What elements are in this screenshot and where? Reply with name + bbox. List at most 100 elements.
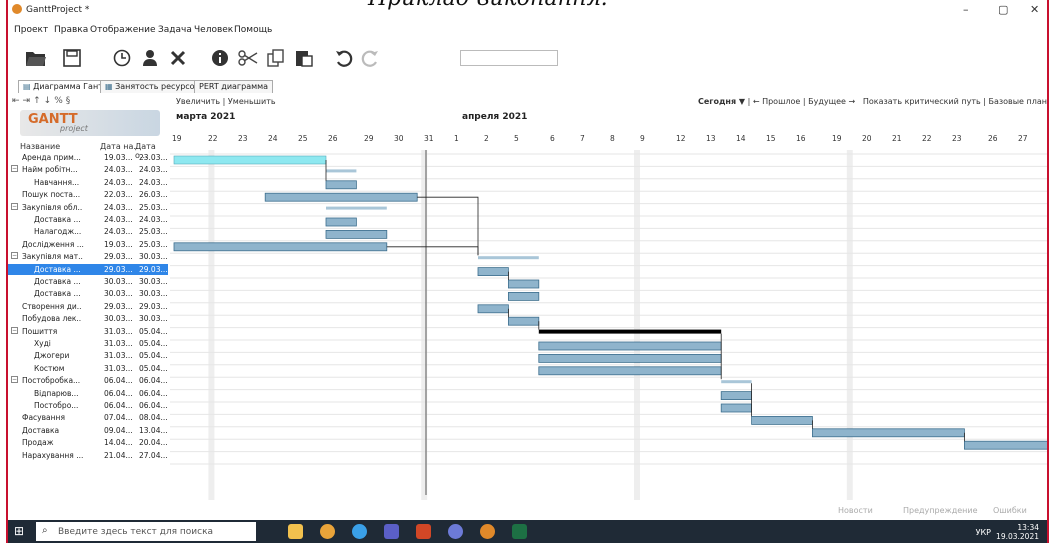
menu-edit[interactable]: Правка bbox=[54, 25, 88, 35]
collapse-icon[interactable]: − bbox=[11, 202, 18, 210]
taskbar-search[interactable]: ⌕ Введите здесь текст для поиска bbox=[36, 522, 256, 541]
unlink-icon[interactable]: § bbox=[66, 96, 74, 106]
move-down-icon[interactable]: ↓ bbox=[44, 96, 55, 106]
menu-view[interactable]: Отображение bbox=[90, 25, 156, 35]
toolbar-search-input[interactable] bbox=[460, 50, 558, 66]
task-row[interactable]: − Закупівля обл.. 24.03... 25.03... bbox=[8, 202, 168, 213]
task-row[interactable]: Доставка ... 24.03... 24.03... bbox=[8, 214, 168, 225]
info-icon[interactable] bbox=[206, 44, 234, 72]
task-row[interactable]: Створення ди.. 29.03... 29.03... bbox=[8, 301, 168, 312]
outdent-icon[interactable]: ⇥ bbox=[23, 96, 34, 106]
task-row[interactable]: − Постобробка... 06.04... 06.04... bbox=[8, 375, 168, 386]
task-row[interactable]: Аренда прим... 19.03... 23.03... bbox=[8, 152, 168, 163]
link-icon[interactable]: % bbox=[54, 96, 66, 106]
tab-gantt[interactable]: ▤ Диаграмма Ганта bbox=[18, 80, 113, 93]
collapse-icon[interactable]: − bbox=[11, 165, 18, 173]
task-row[interactable]: Навчання... 24.03... 24.03... bbox=[8, 177, 168, 188]
indent-icon[interactable]: ⇤ bbox=[12, 96, 23, 106]
task-name: Продаж bbox=[22, 438, 54, 448]
edge-icon[interactable] bbox=[352, 524, 367, 539]
powerpoint-icon[interactable] bbox=[416, 524, 431, 539]
language-indicator[interactable]: УКР bbox=[976, 528, 991, 537]
delete-icon[interactable] bbox=[164, 44, 192, 72]
windows-start-icon[interactable]: ⊞ bbox=[14, 525, 27, 538]
file-explorer-icon[interactable] bbox=[288, 524, 303, 539]
task-row[interactable]: Фасування 07.04... 08.04... bbox=[8, 412, 168, 423]
task-name: Худі bbox=[34, 339, 51, 348]
clock-icon[interactable] bbox=[108, 44, 136, 72]
teams-icon[interactable] bbox=[384, 524, 399, 539]
collapse-icon[interactable]: − bbox=[11, 252, 18, 260]
task-row[interactable]: − Пошиття 31.03... 05.04... bbox=[8, 326, 168, 337]
today-button[interactable]: Сегодня ▼ bbox=[698, 97, 745, 106]
task-row[interactable]: Продаж 14.04... 20.04... bbox=[8, 437, 168, 448]
collapse-icon[interactable]: − bbox=[11, 376, 18, 384]
task-bar bbox=[538, 353, 722, 363]
day-label: 26 bbox=[328, 134, 338, 143]
tab-resources[interactable]: ▦ Занятость ресурсов bbox=[100, 80, 205, 93]
task-row[interactable]: Худі 31.03... 05.04... bbox=[8, 338, 168, 349]
clock[interactable]: 13:34 19.03.2021 bbox=[996, 523, 1039, 541]
task-row[interactable]: Побудова лек.. 30.03... 30.03... bbox=[8, 313, 168, 324]
task-row[interactable]: Відпарюв... 06.04... 06.04... bbox=[8, 388, 168, 399]
task-row[interactable]: Нарахування ... 21.04... 27.04... bbox=[8, 450, 168, 461]
task-row[interactable]: − Закупівля мат.. 29.03... 30.03... bbox=[8, 251, 168, 262]
menu-resource[interactable]: Человек bbox=[194, 25, 233, 35]
task-row[interactable]: Постобро... 06.04... 06.04... bbox=[8, 400, 168, 411]
redo-icon[interactable] bbox=[356, 44, 384, 72]
close-button[interactable]: ✕ bbox=[1030, 3, 1039, 16]
status-warnings[interactable]: Предупреждение bbox=[903, 506, 978, 515]
task-start: 21.04... bbox=[104, 450, 133, 460]
critical-summary-bar bbox=[538, 329, 722, 334]
task-row[interactable]: Джогери 31.03... 05.04... bbox=[8, 350, 168, 361]
app-icon-circle[interactable] bbox=[448, 524, 463, 539]
move-up-icon[interactable]: ↑ bbox=[33, 96, 44, 106]
critical-path-link[interactable]: Показать критический путь | Базовые план… bbox=[863, 97, 1047, 106]
task-name: Доставка ... bbox=[34, 277, 81, 286]
task-start: 31.03... bbox=[104, 326, 133, 336]
task-end: 30.03... bbox=[139, 252, 168, 262]
day-label: 27 bbox=[1018, 134, 1028, 143]
task-start: 19.03... bbox=[104, 153, 133, 162]
zoom-links[interactable]: Увеличить | Уменьшить bbox=[176, 97, 276, 106]
minimize-button[interactable]: – bbox=[963, 3, 969, 16]
task-row[interactable]: Доставка ... 30.03... 30.03... bbox=[8, 288, 168, 299]
task-row[interactable]: Доставка ... 30.03... 30.03... bbox=[8, 276, 168, 287]
chrome-icon[interactable] bbox=[320, 524, 335, 539]
task-end: 25.03... bbox=[139, 239, 168, 249]
status-errors[interactable]: Ошибки bbox=[993, 506, 1027, 515]
menu-project[interactable]: Проект bbox=[14, 25, 48, 35]
undo-icon[interactable] bbox=[330, 44, 358, 72]
excel-icon[interactable] bbox=[512, 524, 527, 539]
status-news[interactable]: Новости bbox=[838, 506, 873, 515]
task-row[interactable]: Дослідження ... 19.03... 25.03... bbox=[8, 239, 168, 250]
task-row[interactable]: Доставка ... 29.03... 29.03... bbox=[8, 263, 168, 275]
task-row[interactable]: − Найм робітн... 24.03... 24.03... bbox=[8, 164, 168, 175]
task-bar bbox=[325, 180, 357, 190]
task-name: Джогери bbox=[34, 351, 70, 361]
menu-task[interactable]: Задача bbox=[158, 25, 192, 35]
day-label: 15 bbox=[766, 134, 776, 143]
scissors-icon[interactable] bbox=[234, 44, 262, 72]
menu-help[interactable]: Помощь bbox=[234, 25, 272, 35]
task-row[interactable]: Костюм 31.03... 05.04... bbox=[8, 363, 168, 374]
past-future-links[interactable]: | ← Прошлое | Будущее → bbox=[748, 97, 856, 106]
day-label: 20 bbox=[862, 134, 872, 143]
gantt-chart-area[interactable] bbox=[170, 150, 1047, 504]
save-icon[interactable] bbox=[58, 44, 86, 72]
person-icon[interactable] bbox=[136, 44, 164, 72]
ganttproject-taskbar-icon[interactable] bbox=[480, 524, 495, 539]
column-name-header[interactable]: Название bbox=[20, 142, 60, 151]
tab-pert[interactable]: PERT диаграмма bbox=[194, 80, 274, 93]
paste-icon[interactable] bbox=[290, 44, 318, 72]
maximize-button[interactable]: ▢ bbox=[998, 3, 1008, 16]
task-start: 24.03... bbox=[104, 177, 133, 187]
task-row[interactable]: Пошук поста... 22.03... 26.03... bbox=[8, 189, 168, 200]
folder-open-icon[interactable] bbox=[22, 44, 50, 72]
copy-icon[interactable] bbox=[262, 44, 290, 72]
collapse-icon[interactable]: − bbox=[11, 326, 18, 334]
task-start: 31.03... bbox=[104, 339, 133, 348]
windows-taskbar: ⊞ ⌕ Введите здесь текст для поиска УКР 1… bbox=[8, 520, 1047, 543]
task-row[interactable]: Налагодж... 24.03... 25.03... bbox=[8, 226, 168, 237]
task-row[interactable]: Доставка 09.04... 13.04... bbox=[8, 425, 168, 436]
